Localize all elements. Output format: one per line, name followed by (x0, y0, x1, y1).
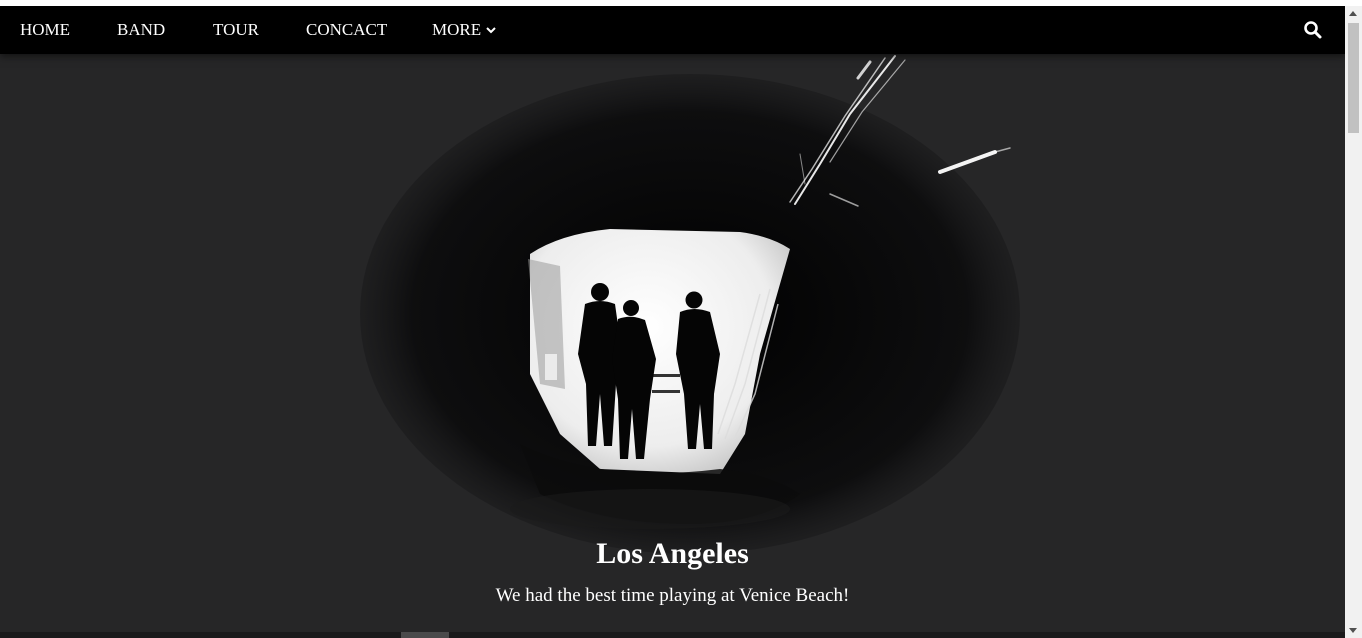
bottom-strip (0, 632, 1345, 638)
nav-tour-link[interactable]: TOUR (213, 6, 259, 54)
hero-subtitle: We had the best time playing at Venice B… (495, 585, 850, 606)
search-button[interactable] (1303, 20, 1323, 40)
nav-more-label: MORE (432, 20, 482, 39)
scroll-up-arrow-icon[interactable] (1349, 11, 1357, 16)
nav-band-link[interactable]: BAND (117, 6, 165, 54)
bottom-tab (401, 632, 449, 638)
page-scrollbar[interactable] (1345, 6, 1362, 638)
hero-title: Los Angeles (596, 537, 749, 570)
nav-contact-link[interactable]: CONCACT (306, 6, 387, 54)
search-icon (1304, 21, 1322, 39)
nav-home-link[interactable]: HOME (20, 6, 70, 54)
top-navbar: HOME BAND TOUR CONCACT MORE (0, 6, 1345, 54)
page-viewport: HOME BAND TOUR CONCACT MORE Los Angeles … (0, 6, 1345, 638)
scroll-thumb[interactable] (1348, 23, 1359, 133)
chevron-down-icon (486, 6, 496, 53)
nav-more-dropdown[interactable]: MORE (432, 6, 496, 54)
scroll-down-arrow-icon[interactable] (1349, 628, 1357, 633)
